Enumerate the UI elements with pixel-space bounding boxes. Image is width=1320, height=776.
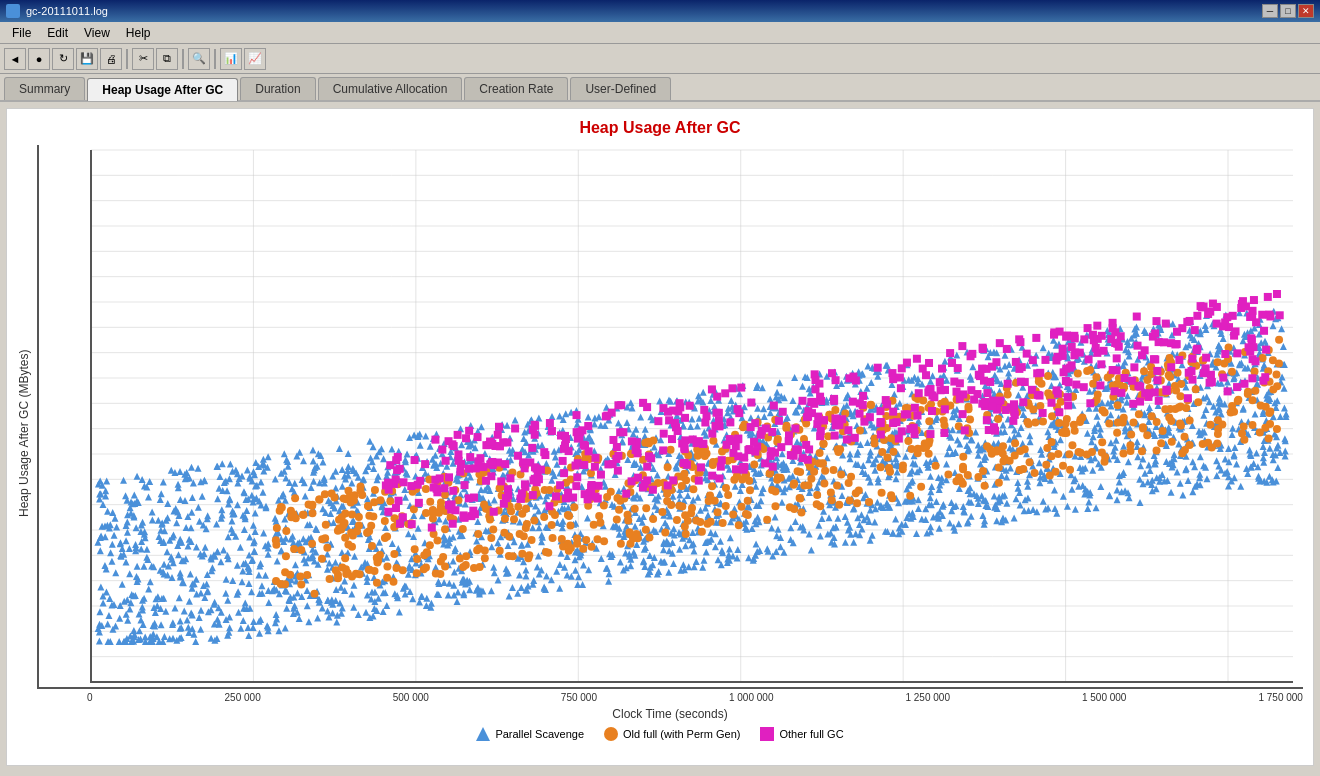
tab-user-defined[interactable]: User-Defined — [570, 77, 671, 100]
legend-parallel-scavenge-label: Parallel Scavenge — [495, 728, 584, 740]
toolbar: ◄ ● ↻ 💾 🖨 ✂ ⧉ 🔍 📊 📈 — [0, 44, 1320, 74]
legend-other-full: Other full GC — [760, 727, 843, 741]
menu-help[interactable]: Help — [118, 24, 159, 42]
print-button[interactable]: 🖨 — [100, 48, 122, 70]
refresh-button[interactable]: ↻ — [52, 48, 74, 70]
x-label-250k: 250 000 — [225, 692, 261, 703]
close-button[interactable]: ✕ — [1298, 4, 1314, 18]
legend-parallel-scavenge: Parallel Scavenge — [476, 727, 584, 741]
copy-button[interactable]: ⧉ — [156, 48, 178, 70]
tabs-bar: Summary Heap Usage After GC Duration Cum… — [0, 74, 1320, 102]
menu-edit[interactable]: Edit — [39, 24, 76, 42]
legend-other-full-icon — [760, 727, 774, 741]
chart-title: Heap Usage After GC — [17, 119, 1303, 137]
menu-bar: File Edit View Help — [0, 22, 1320, 44]
x-label-1750k: 1 750 000 — [1258, 692, 1303, 703]
chart-area: Heap Usage After GC Heap Usage After GC … — [6, 108, 1314, 766]
chart-legend: Parallel Scavenge Old full (with Perm Ge… — [17, 727, 1303, 741]
chart-canvas — [39, 145, 1303, 687]
window-controls: ─ □ ✕ — [1262, 4, 1314, 18]
x-label-750k: 750 000 — [561, 692, 597, 703]
save-button[interactable]: 💾 — [76, 48, 98, 70]
legend-old-full-icon — [604, 727, 618, 741]
menu-view[interactable]: View — [76, 24, 118, 42]
window-title: gc-20111011.log — [26, 5, 108, 17]
tab-heap-usage[interactable]: Heap Usage After GC — [87, 78, 238, 101]
legend-other-full-label: Other full GC — [779, 728, 843, 740]
legend-old-full-label: Old full (with Perm Gen) — [623, 728, 740, 740]
chart-inner: 1 050 1 000 950 900 850 800 750 700 650 … — [37, 145, 1303, 721]
x-axis-label: Clock Time (seconds) — [37, 707, 1303, 721]
x-labels: 0 250 000 500 000 750 000 1 000 000 1 25… — [37, 689, 1303, 703]
legend-parallel-scavenge-icon — [476, 727, 490, 741]
x-label-0: 0 — [87, 692, 93, 703]
menu-file[interactable]: File — [4, 24, 39, 42]
minimize-button[interactable]: ─ — [1262, 4, 1278, 18]
x-label-1500k: 1 500 000 — [1082, 692, 1127, 703]
x-label-1m: 1 000 000 — [729, 692, 774, 703]
legend-old-full: Old full (with Perm Gen) — [604, 727, 740, 741]
chart-container: Heap Usage After GC (MBytes) 1 050 1 000… — [17, 145, 1303, 721]
y-axis-label: Heap Usage After GC (MBytes) — [17, 145, 37, 721]
chart2-button[interactable]: 📈 — [244, 48, 266, 70]
forward-button[interactable]: ● — [28, 48, 50, 70]
back-button[interactable]: ◄ — [4, 48, 26, 70]
tab-cumulative[interactable]: Cumulative Allocation — [318, 77, 463, 100]
x-label-1250k: 1 250 000 — [905, 692, 950, 703]
search-button[interactable]: 🔍 — [188, 48, 210, 70]
tab-creation-rate[interactable]: Creation Rate — [464, 77, 568, 100]
chart1-button[interactable]: 📊 — [220, 48, 242, 70]
separator2 — [182, 49, 184, 69]
maximize-button[interactable]: □ — [1280, 4, 1296, 18]
app-icon — [6, 4, 20, 18]
title-bar: gc-20111011.log ─ □ ✕ — [0, 0, 1320, 22]
separator1 — [126, 49, 128, 69]
tab-summary[interactable]: Summary — [4, 77, 85, 100]
x-label-500k: 500 000 — [393, 692, 429, 703]
chart-plot[interactable]: 1 050 1 000 950 900 850 800 750 700 650 … — [37, 145, 1303, 689]
separator3 — [214, 49, 216, 69]
cut-button[interactable]: ✂ — [132, 48, 154, 70]
tab-duration[interactable]: Duration — [240, 77, 315, 100]
